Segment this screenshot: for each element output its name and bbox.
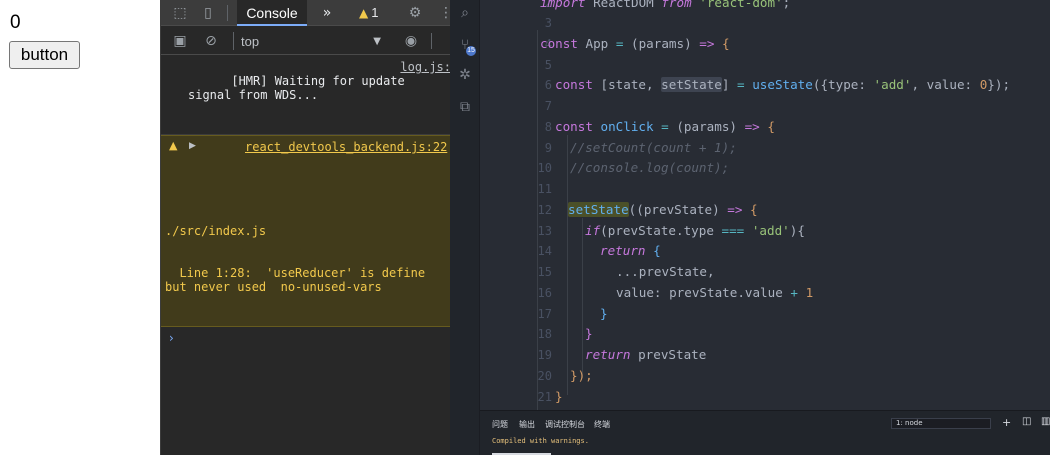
tab-output[interactable]: 输出	[519, 419, 535, 430]
code-line: const [state, setState] = useState({type…	[555, 77, 1011, 92]
warning-count-badge[interactable]: ▲ 1	[359, 0, 378, 26]
line-number: 6	[544, 78, 552, 92]
code-editor[interactable]: 2 3 4 5 6 7 8 9 10 11 12 13 14 15 16 17 …	[480, 0, 1050, 410]
code-line: const onClick = (params) => {	[555, 119, 775, 134]
indent-guide	[582, 218, 583, 378]
warning-text: Line 1:28: 'useReducer' is define but ne…	[165, 266, 426, 294]
double-chevron-right-icon[interactable]: »	[318, 4, 336, 22]
count-display: 0	[10, 12, 21, 33]
console-prompt[interactable]: ›	[161, 327, 450, 345]
console-message-source-link[interactable]: react_devtools_backend.js:22	[245, 140, 447, 154]
code-line: }	[555, 389, 563, 404]
console-message-text: [HMR] Waiting for update signal from WDS…	[188, 74, 405, 102]
code-line: import ReactDOM from 'react-dom';	[540, 0, 791, 10]
devtools-panel: ⬚ ▯ Console » ▲1 ⚙ ⋮ ▣ ⊘ top ▼ ◉ [HMR] W…	[160, 0, 450, 455]
code-line: return prevState	[585, 347, 707, 362]
gear-icon[interactable]: ⚙	[406, 4, 424, 22]
tab-debug-console[interactable]: 调试控制台	[545, 419, 585, 430]
code-line: }	[585, 326, 593, 341]
code-line: value: prevState.value + 1	[616, 285, 814, 300]
split-terminal-icon[interactable]: ◫	[1022, 416, 1031, 427]
device-toolbar-icon[interactable]: ▯	[199, 4, 217, 22]
warning-icon: ▲	[359, 6, 369, 20]
debug-icon[interactable]: ✲	[456, 66, 474, 84]
clear-console-icon[interactable]: ⊘	[202, 32, 220, 50]
kebab-menu-icon[interactable]: ⋮	[437, 4, 450, 22]
sidebar-toggle-icon[interactable]: ▣	[171, 32, 189, 50]
console-message-info: [HMR] Waiting for update signal from WDS…	[161, 56, 450, 135]
code-line: });	[570, 368, 593, 383]
console-message-warning: ▲ ▶ react_devtools_backend.js:22 ./src/i…	[161, 135, 450, 327]
context-select-value: top	[241, 34, 260, 49]
eye-icon[interactable]: ◉	[402, 32, 420, 50]
line-number: 15	[537, 265, 552, 279]
highlighted-identifier: setState	[568, 202, 629, 217]
line-number: 16	[537, 286, 552, 300]
line-number: 8	[544, 120, 552, 134]
line-number: 11	[537, 182, 552, 196]
terminal-panel: 问题 输出 调试控制台 终端 1: node + ◫ ▥ Compiled wi…	[480, 410, 1050, 455]
line-number: 13	[537, 224, 552, 238]
line-number: 14	[537, 244, 552, 258]
line-number: 3	[544, 16, 552, 30]
trash-icon[interactable]: ▥	[1041, 416, 1050, 427]
add-terminal-icon[interactable]: +	[1002, 416, 1011, 429]
app-preview: 0 button	[0, 0, 160, 455]
indent-guide	[567, 135, 568, 395]
console-filterbar: ▣ ⊘ top ▼ ◉	[161, 27, 450, 55]
code-line: if(prevState.type === 'add'){	[585, 223, 805, 238]
line-number: 12	[537, 203, 552, 217]
terminal-status-text: Compiled with warnings.	[492, 437, 589, 445]
line-number: 10	[537, 161, 552, 175]
warning-count: 1	[371, 5, 379, 20]
toolbar-divider	[227, 5, 228, 21]
code-comment: //console.log(count);	[570, 160, 730, 175]
tab-terminal[interactable]: 终端	[594, 419, 610, 430]
tab-problems[interactable]: 问题	[492, 419, 508, 430]
line-number: 5	[544, 58, 552, 72]
line-number: 9	[544, 141, 552, 155]
highlighted-identifier: setState	[661, 77, 722, 92]
source-control-badge: 15	[466, 46, 476, 56]
app-button[interactable]: button	[9, 41, 80, 69]
extensions-icon[interactable]: ⧉	[456, 98, 474, 116]
expand-triangle-icon[interactable]: ▶	[189, 139, 196, 153]
devtools-toolbar: ⬚ ▯ Console » ▲1 ⚙ ⋮	[161, 0, 450, 26]
code-line: return {	[600, 243, 661, 258]
inspect-element-icon[interactable]: ⬚	[171, 4, 189, 22]
line-number: 21	[537, 390, 552, 404]
tab-console[interactable]: Console	[237, 0, 307, 26]
filter-divider-2	[431, 33, 432, 49]
code-line: }	[600, 306, 608, 321]
line-number: 17	[537, 307, 552, 321]
warning-file: ./src/index.js	[165, 224, 267, 238]
code-line: setState((prevState) => {	[568, 202, 758, 217]
code-line: ...prevState,	[616, 264, 715, 279]
terminal-select[interactable]: 1: node	[891, 418, 991, 429]
warning-icon: ▲	[169, 139, 178, 152]
activity-bar: ⌕ ⑂ 15 ✲ ⧉	[450, 0, 480, 455]
line-number: 7	[544, 99, 552, 113]
search-icon[interactable]: ⌕	[456, 4, 474, 22]
line-number: 20	[537, 369, 552, 383]
chevron-down-icon: ▼	[373, 36, 381, 47]
context-select[interactable]: top ▼	[241, 33, 381, 51]
line-number: 19	[537, 348, 552, 362]
console-output: [HMR] Waiting for update signal from WDS…	[161, 56, 450, 455]
vscode-window: ⌕ ⑂ 15 ✲ ⧉ 2 3 4 5 6 7 8 9 10 11 12 13 1…	[450, 0, 1050, 455]
code-comment: //setCount(count + 1);	[570, 140, 737, 155]
filter-divider	[233, 32, 234, 50]
code-line: const App = (params) => {	[540, 36, 730, 51]
console-message-source-link[interactable]: log.js:	[396, 60, 450, 74]
line-number: 18	[537, 327, 552, 341]
